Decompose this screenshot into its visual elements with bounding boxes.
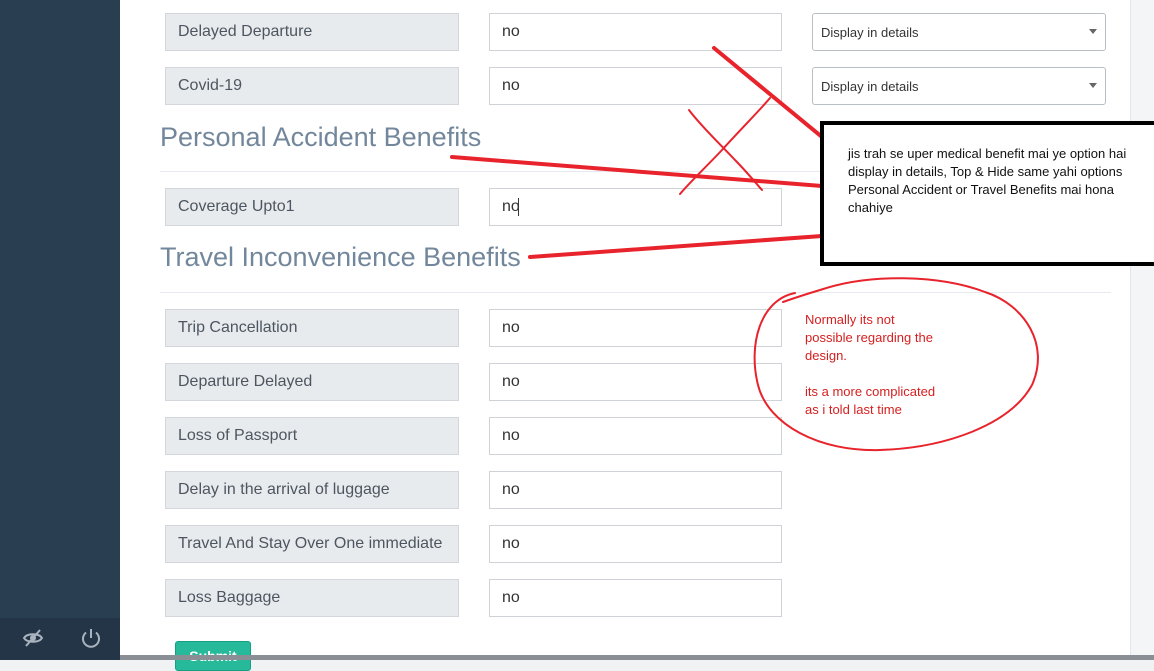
display-select-value: Display in details — [821, 79, 919, 94]
annotation-note: jis trah se uper medical benefit mai ye … — [820, 121, 1154, 266]
eye-slash-icon[interactable] — [21, 626, 45, 650]
field-label-coverage-upto: Coverage Upto1 — [165, 188, 459, 226]
field-label-luggage-delay: Delay in the arrival of luggage — [165, 471, 459, 509]
field-input-luggage-delay[interactable]: no — [489, 471, 782, 509]
chevron-down-icon — [1089, 83, 1097, 88]
display-select-value: Display in details — [821, 25, 919, 40]
field-input-loss-baggage[interactable]: no — [489, 579, 782, 617]
display-select-delayed-departure[interactable]: Display in details — [812, 13, 1106, 51]
field-input-trip-cancellation[interactable]: no — [489, 309, 782, 347]
field-input-delayed-departure[interactable]: no — [489, 13, 782, 51]
scroll-gutter[interactable] — [1130, 0, 1154, 660]
display-select-covid-19[interactable]: Display in details — [812, 67, 1106, 105]
field-label-travel-stay-over: Travel And Stay Over One immediate — [165, 525, 459, 563]
field-input-departure-delayed[interactable]: no — [489, 363, 782, 401]
field-label-loss-of-passport: Loss of Passport — [165, 417, 459, 455]
field-label-departure-delayed: Departure Delayed — [165, 363, 459, 401]
field-input-loss-of-passport[interactable]: no — [489, 417, 782, 455]
text-cursor — [518, 198, 519, 216]
horizontal-scrollbar[interactable] — [120, 655, 1154, 660]
chevron-down-icon — [1089, 29, 1097, 34]
field-input-covid-19[interactable]: no — [489, 67, 782, 105]
field-label-trip-cancellation: Trip Cancellation — [165, 309, 459, 347]
section-title-personal-accident: Personal Accident Benefits — [160, 122, 482, 152]
sidebar-footer — [0, 618, 120, 660]
field-label-delayed-departure: Delayed Departure — [165, 13, 459, 51]
field-input-travel-stay-over[interactable]: no — [489, 525, 782, 563]
section-title-travel-inconvenience: Travel Inconvenience Benefits — [160, 242, 521, 272]
section-divider — [160, 292, 1111, 293]
field-input-coverage-upto[interactable]: no — [489, 188, 782, 226]
annotation-reply: Normally its not possible regarding the … — [805, 312, 936, 417]
sidebar — [0, 0, 120, 660]
field-label-loss-baggage: Loss Baggage — [165, 579, 459, 617]
field-label-covid-19: Covid-19 — [165, 67, 459, 105]
power-icon[interactable] — [79, 626, 103, 650]
